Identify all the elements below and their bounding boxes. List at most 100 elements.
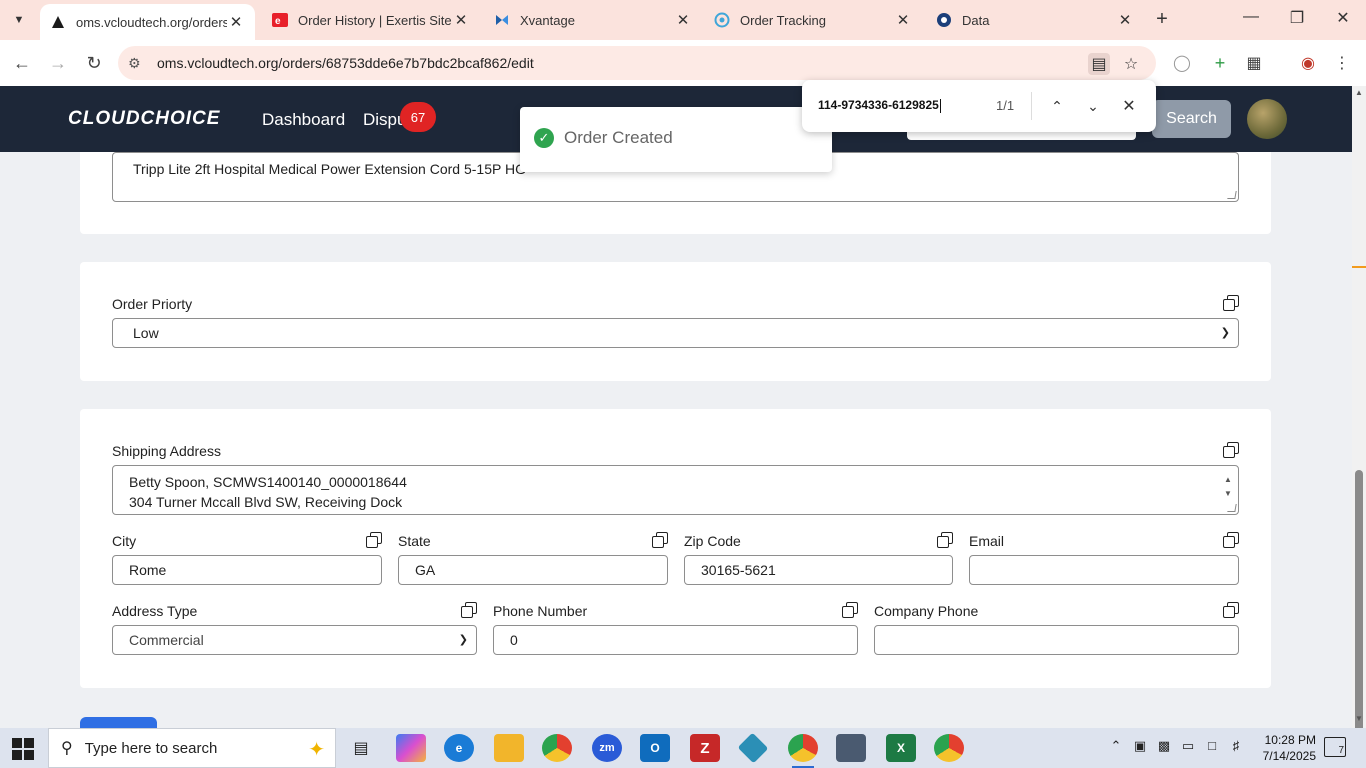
edge-icon[interactable]: e (444, 734, 474, 762)
find-close-icon[interactable]: ✕ (1117, 94, 1141, 118)
phone-number-value: 0 (510, 632, 518, 648)
minimize-icon[interactable]: — (1236, 8, 1266, 26)
translate-globe-icon[interactable]: ◯ (1170, 51, 1194, 75)
tab-title: Data (962, 12, 990, 28)
find-previous-icon[interactable]: ⌃ (1045, 94, 1069, 118)
forward-arrow-icon[interactable]: → (46, 51, 70, 75)
tab-xvantage[interactable]: Xvantage ✕ (484, 0, 702, 40)
email-input[interactable] (969, 555, 1239, 585)
shipping-address-label: Shipping Address (112, 443, 221, 459)
copy-icon[interactable] (652, 532, 668, 548)
excel-icon[interactable]: X (886, 734, 916, 762)
site-info-icon[interactable]: ⚙ (128, 55, 141, 72)
state-label: State (398, 533, 431, 549)
task-view-icon[interactable]: ▤ (346, 734, 376, 762)
copy-icon[interactable] (842, 602, 858, 618)
chrome-alt-icon[interactable] (934, 734, 964, 762)
windows-start-icon[interactable] (12, 738, 34, 760)
copilot-app-icon[interactable] (396, 734, 426, 762)
chevron-down-icon: ❯ (1220, 327, 1230, 339)
avatar[interactable] (1247, 99, 1287, 139)
chevron-down-icon: ❯ (458, 634, 468, 646)
calculator-icon[interactable] (836, 734, 866, 762)
notifications-icon[interactable]: 7 (1324, 737, 1346, 757)
address-bar[interactable]: ⚙ oms.vcloudtech.org/orders/68753dde6e7b… (118, 46, 1156, 80)
extension-plus-icon[interactable]: + (1208, 51, 1232, 75)
tab-data[interactable]: Data ✕ (926, 0, 1144, 40)
svg-text:e: e (275, 16, 281, 27)
tab-exertis[interactable]: e Order History | Exertis Site ✕ (262, 0, 480, 40)
copy-icon[interactable] (1223, 602, 1239, 618)
address-line-2: 304 Turner Mccall Blvd SW, Receiving Doc… (129, 494, 403, 510)
copy-icon[interactable] (1223, 532, 1239, 548)
file-explorer-icon[interactable] (494, 734, 524, 762)
window-close-icon[interactable]: ✕ (1328, 8, 1358, 28)
battery-icon[interactable]: ▭ (1178, 738, 1198, 754)
order-priority-select[interactable]: Low ❯ (112, 318, 1239, 348)
submit-button[interactable] (80, 717, 157, 728)
tab-search-chevron-icon[interactable]: ▼ (6, 8, 32, 32)
copy-icon[interactable] (1223, 295, 1239, 311)
tab-order-tracking[interactable]: Order Tracking ✕ (704, 0, 922, 40)
phone-number-input[interactable]: 0 (493, 625, 858, 655)
resize-grip[interactable] (1227, 191, 1237, 199)
search-button[interactable]: Search (1152, 100, 1231, 138)
volume-muted-icon[interactable]: ♯ (1226, 738, 1246, 753)
address-type-select[interactable]: Commercial ❯ (112, 625, 477, 655)
meet-now-icon[interactable]: ▣ (1130, 738, 1150, 754)
copy-icon[interactable] (1223, 442, 1239, 458)
find-in-page-icon[interactable]: ▤ (1088, 53, 1110, 75)
city-input[interactable]: Rome (112, 555, 382, 585)
page-scrollbar[interactable]: ▲ ▼ (1352, 86, 1366, 764)
profile-icon[interactable]: ◉ (1296, 51, 1320, 75)
state-input[interactable]: GA (398, 555, 668, 585)
find-query: 114-9734336-6129825 (818, 98, 939, 112)
tab-close-icon[interactable]: ✕ (227, 13, 245, 31)
tab-close-icon[interactable]: ✕ (674, 11, 692, 29)
outlook-icon[interactable]: O (640, 734, 670, 762)
company-phone-input[interactable] (874, 625, 1239, 655)
copy-icon[interactable] (937, 532, 953, 548)
tab-close-icon[interactable]: ✕ (452, 11, 470, 29)
zip-code-input[interactable]: 30165-5621 (684, 555, 953, 585)
scroll-down-icon[interactable]: ▼ (1224, 484, 1232, 504)
tab-close-icon[interactable]: ✕ (1116, 11, 1134, 29)
restore-icon[interactable]: ❐ (1282, 8, 1312, 28)
logo[interactable]: CLOUDCHOICE (68, 108, 220, 130)
scroll-up-icon[interactable]: ▲ (1352, 88, 1366, 97)
browser-toolbar: ← → ↻ ⚙ oms.vcloudtech.org/orders/68753d… (0, 40, 1366, 86)
tab-title: oms.vcloudtech.org/orders/6 (76, 14, 227, 30)
zip-code-label: Zip Code (684, 533, 741, 549)
find-input[interactable]: 114-9734336-6129825 (818, 98, 941, 113)
priority-card: Order Priorty Low ❯ (80, 262, 1271, 381)
taskbar-search-box[interactable]: ⚲ Type here to search ✦ (48, 728, 336, 768)
scroll-down-icon[interactable]: ▼ (1352, 714, 1366, 723)
chrome-profile-icon[interactable] (788, 734, 818, 768)
search-icon: ⚲ (61, 740, 73, 757)
bookmark-star-icon[interactable]: ☆ (1120, 53, 1142, 75)
new-tab-plus-icon[interactable]: + (1150, 8, 1174, 31)
find-next-icon[interactable]: ⌄ (1081, 94, 1105, 118)
copy-icon[interactable] (366, 532, 382, 548)
browser-menu-icon[interactable]: ⋮ (1330, 51, 1354, 75)
network-icon[interactable]: □ (1202, 738, 1222, 753)
reload-icon[interactable]: ↻ (82, 51, 106, 75)
address-line-1: Betty Spoon, SCMWS1400140_0000018644 (129, 474, 407, 490)
nav-dashboard[interactable]: Dashboard (262, 110, 345, 130)
tab-close-icon[interactable]: ✕ (894, 11, 912, 29)
resize-grip[interactable] (1227, 504, 1237, 512)
tab-oms-orders[interactable]: oms.vcloudtech.org/orders/6 ✕ (40, 4, 255, 40)
copy-icon[interactable] (461, 602, 477, 618)
tray-chevron-up-icon[interactable]: ⌃ (1106, 738, 1126, 754)
chrome-icon[interactable] (542, 734, 572, 762)
shipping-address-textarea[interactable]: Betty Spoon, SCMWS1400140_0000018644 304… (112, 465, 1239, 515)
app-diamond-icon[interactable] (737, 732, 769, 764)
back-arrow-icon[interactable]: ← (10, 51, 34, 75)
filezilla-icon[interactable]: Z (690, 734, 720, 762)
zoom-icon[interactable]: zm (592, 734, 622, 762)
address-type-value: Commercial (129, 632, 204, 648)
display-icon[interactable]: ▩ (1154, 738, 1174, 754)
exertis-favicon-icon: e (272, 12, 288, 28)
taskbar-clock[interactable]: 10:28 PM 7/14/2025 (1256, 732, 1316, 764)
extensions-puzzle-icon[interactable]: ▦ (1242, 51, 1266, 75)
